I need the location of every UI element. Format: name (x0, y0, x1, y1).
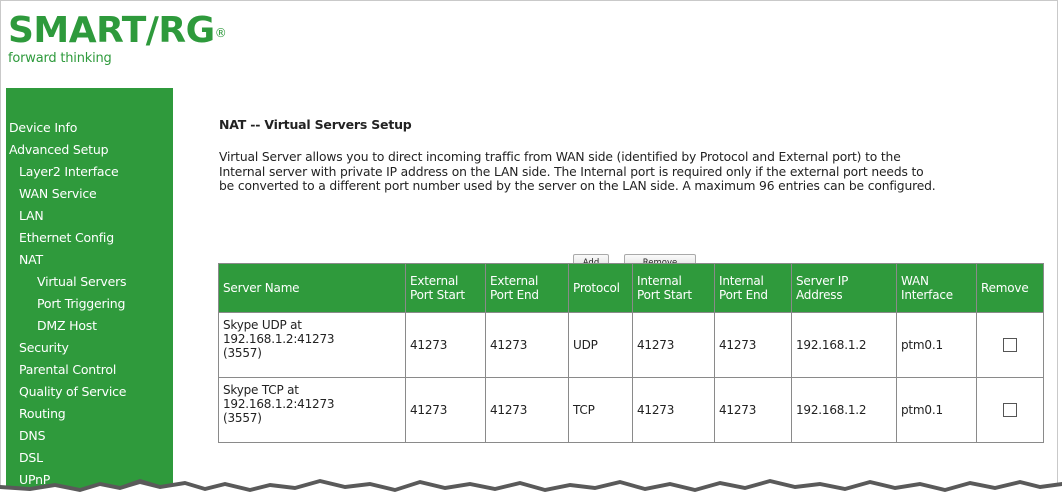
cell-internal-port-start: 41273 (632, 377, 715, 443)
sidebar-item-lan[interactable]: LAN (6, 205, 173, 227)
page-description: Virtual Server allows you to direct inco… (219, 150, 1049, 194)
table-row: Skype UDP at 192.168.1.2:41273 (3557) 4127… (218, 312, 1044, 378)
sidebar-item-routing[interactable]: Routing (6, 403, 173, 425)
cell-external-port-start: 41273 (405, 377, 486, 443)
header-text: Port Start (410, 288, 465, 302)
logo-tagline: forward thinking (8, 51, 112, 66)
cell-external-port-end: 41273 (485, 312, 569, 378)
col-header-protocol: Protocol (568, 263, 633, 313)
logo-brand-text: SMART/RG (8, 10, 215, 51)
server-name-line: (3557) (223, 346, 262, 360)
cell-internal-port-start: 41273 (632, 312, 715, 378)
cell-remove (976, 312, 1044, 378)
col-header-internal-port-start: Internal Port Start (632, 263, 715, 313)
header-text: Server Name (223, 281, 300, 295)
header-text: Server IP (796, 274, 849, 288)
sidebar-item-advanced-setup[interactable]: Advanced Setup (6, 139, 173, 161)
server-name-line: 192.168.1.2:41273 (223, 332, 335, 346)
description-line: be converted to a different port number … (219, 179, 936, 193)
server-name-line: Skype UDP at (223, 318, 302, 332)
cell-server-ip: 192.168.1.2 (791, 377, 897, 443)
cell-wan-interface: ptm0.1 (896, 377, 977, 443)
col-header-remove: Remove (976, 263, 1044, 313)
registered-mark-icon: ® (214, 26, 227, 40)
table-row: Skype TCP at 192.168.1.2:41273 (3557) 4127… (218, 377, 1044, 443)
header-text: Port End (490, 288, 539, 302)
cell-server-name: Skype UDP at 192.168.1.2:41273 (3557) (218, 312, 406, 378)
sidebar-item-device-info[interactable]: Device Info (6, 117, 173, 139)
header-text: Interface (901, 288, 953, 302)
sidebar-item-nat[interactable]: NAT (6, 249, 173, 271)
col-header-wan-interface: WAN Interface (896, 263, 977, 313)
header-text: Port Start (637, 288, 692, 302)
sidebar-item-virtual-servers[interactable]: Virtual Servers (6, 271, 173, 293)
page: SMART/RG® forward thinking Device Info A… (0, 0, 1062, 502)
cell-wan-interface: ptm0.1 (896, 312, 977, 378)
cell-protocol: TCP (568, 377, 633, 443)
cell-protocol: UDP (568, 312, 633, 378)
header-text: External (410, 274, 459, 288)
col-header-server-ip-address: Server IP Address (791, 263, 897, 313)
description-line: Internal server with private IP address … (219, 164, 924, 179)
col-header-external-port-end: External Port End (485, 263, 569, 313)
cell-internal-port-end: 41273 (714, 312, 792, 378)
sidebar-item-dns[interactable]: DNS (6, 425, 173, 447)
header-text: Address (796, 288, 843, 302)
table-header-row: Server Name External Port Start External P… (218, 263, 1044, 313)
smartrg-logo: SMART/RG® forward thinking (8, 10, 227, 67)
cell-server-name: Skype TCP at 192.168.1.2:41273 (3557) (218, 377, 406, 443)
logo-wordmark: SMART/RG® (8, 10, 227, 51)
col-header-external-port-start: External Port Start (405, 263, 486, 313)
sidebar-item-quality-of-service[interactable]: Quality of Service (6, 381, 173, 403)
sidebar-item-dmz-host[interactable]: DMZ Host (6, 315, 173, 337)
header-text: Internal (637, 274, 682, 288)
col-header-server-name: Server Name (218, 263, 406, 313)
page-title: NAT -- Virtual Servers Setup (219, 117, 412, 132)
server-name-line: 192.168.1.2:41273 (223, 397, 335, 411)
virtual-servers-table: Server Name External Port Start External P… (218, 263, 1044, 443)
sidebar-item-layer2-interface[interactable]: Layer2 Interface (6, 161, 173, 183)
cell-server-ip: 192.168.1.2 (791, 312, 897, 378)
remove-checkbox[interactable] (1003, 403, 1017, 418)
cell-external-port-end: 41273 (485, 377, 569, 443)
header-text: Protocol (573, 281, 620, 295)
remove-checkbox[interactable] (1003, 338, 1017, 353)
sidebar-item-wan-service[interactable]: WAN Service (6, 183, 173, 205)
sidebar-item-security[interactable]: Security (6, 337, 173, 359)
sidebar-item-parental-control[interactable]: Parental Control (6, 359, 173, 381)
sidebar-nav: Device Info Advanced Setup Layer2 Interf… (6, 88, 173, 502)
cell-internal-port-end: 41273 (714, 377, 792, 443)
header-text: WAN (901, 274, 929, 288)
header-text: External (490, 274, 539, 288)
sidebar-item-port-triggering[interactable]: Port Triggering (6, 293, 173, 315)
cell-remove (976, 377, 1044, 443)
col-header-internal-port-end: Internal Port End (714, 263, 792, 313)
description-line: Virtual Server allows you to direct inco… (219, 150, 901, 164)
torn-edge-decoration (0, 479, 1062, 502)
sidebar-item-ethernet-config[interactable]: Ethernet Config (6, 227, 173, 249)
header-text: Internal (719, 274, 764, 288)
header-text: Port End (719, 288, 768, 302)
server-name-line: (3557) (223, 411, 262, 425)
server-name-line: Skype TCP at (223, 383, 299, 397)
cell-external-port-start: 41273 (405, 312, 486, 378)
header-text: Remove (981, 281, 1029, 295)
